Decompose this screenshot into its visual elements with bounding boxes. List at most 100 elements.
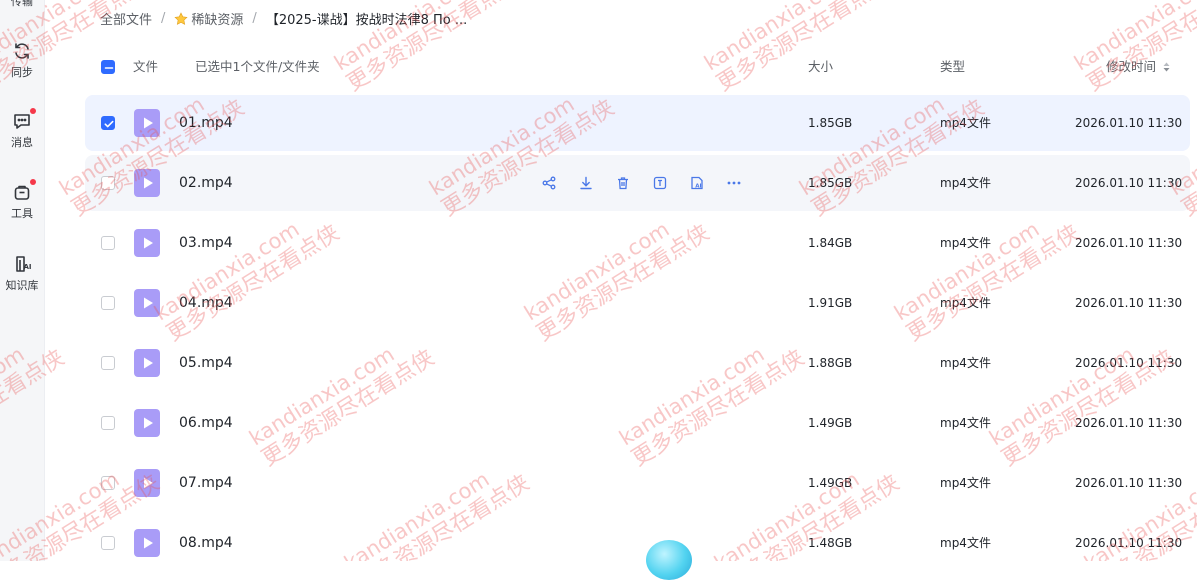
file-name[interactable]: 01.mp4 — [179, 95, 233, 151]
file-type: mp4文件 — [940, 176, 991, 190]
file-modified: 2026.01.10 11:30 — [1075, 476, 1183, 490]
sidebar-item-label: 传输 — [11, 0, 33, 8]
video-file-icon — [134, 529, 160, 557]
file-modified: 2026.01.10 11:30 — [1075, 416, 1183, 430]
file-list-header: 文件 已选中1个文件/文件夹 大小 类型 修改时间 — [85, 52, 1190, 82]
file-modified: 2026.01.10 11:30 — [1075, 356, 1183, 370]
file-name[interactable]: 04.mp4 — [179, 275, 233, 331]
table-row[interactable]: 07.mp4 1.49GB mp4文件 2026.01.10 11:30 — [85, 455, 1190, 511]
badge-dot — [30, 108, 36, 114]
download-icon[interactable] — [578, 175, 594, 191]
table-row[interactable]: 03.mp4 1.84GB mp4文件 2026.01.10 11:30 — [85, 215, 1190, 271]
header-type[interactable]: 类型 — [940, 52, 965, 82]
file-name[interactable]: 06.mp4 — [179, 395, 233, 451]
file-name[interactable]: 02.mp4 — [179, 155, 233, 211]
select-all-checkbox[interactable] — [101, 60, 115, 74]
file-size: 1.88GB — [808, 356, 853, 370]
video-file-icon — [134, 349, 160, 377]
table-row[interactable]: 08.mp4 1.48GB mp4文件 2026.01.10 11:30 — [85, 515, 1190, 571]
file-size: 1.85GB — [808, 116, 853, 130]
file-modified: 2026.01.10 11:30 — [1075, 236, 1183, 250]
left-rail: 传输 同步 消息 工具 AI 知识库 — [0, 0, 45, 561]
breadcrumb-separator: / — [252, 10, 257, 26]
star-icon — [174, 11, 188, 25]
delete-icon[interactable] — [615, 175, 631, 191]
file-size: 1.49GB — [808, 476, 853, 490]
file-name[interactable]: 08.mp4 — [179, 515, 233, 571]
row-checkbox[interactable] — [101, 176, 115, 190]
file-type: mp4文件 — [940, 356, 991, 370]
file-modified: 2026.01.10 11:30 — [1075, 536, 1183, 550]
file-name[interactable]: 05.mp4 — [179, 335, 233, 391]
watermark-line: 更多资源尽在看点侠 — [712, 0, 894, 97]
file-name[interactable]: 07.mp4 — [179, 455, 233, 511]
row-actions: AI — [541, 175, 742, 191]
breadcrumb-separator: / — [161, 10, 166, 26]
breadcrumb-folder-label: 稀缺资源 — [191, 12, 244, 28]
file-size: 1.85GB — [808, 176, 853, 190]
table-row[interactable]: 02.mp4 AI 1.85GB mp4文件 2026.01.10 11:30 — [85, 155, 1190, 211]
watermark-text: kandianxia.com更多资源尽在看点侠 — [700, 0, 894, 97]
header-file-label: 文件 — [133, 59, 159, 74]
table-row[interactable]: 05.mp4 1.88GB mp4文件 2026.01.10 11:30 — [85, 335, 1190, 391]
tools-icon — [12, 179, 36, 202]
video-file-icon — [134, 109, 160, 137]
table-row[interactable]: 04.mp4 1.91GB mp4文件 2026.01.10 11:30 — [85, 275, 1190, 331]
file-size: 1.49GB — [808, 416, 853, 430]
breadcrumb-current: 【2025-谍战】按战时法律8 По ... — [265, 12, 468, 28]
row-checkbox[interactable] — [101, 536, 115, 550]
sidebar-item-knowledge[interactable]: AI 知识库 — [0, 254, 44, 293]
video-file-icon — [134, 229, 160, 257]
text-extract-icon[interactable] — [652, 175, 668, 191]
file-type: mp4文件 — [940, 416, 991, 430]
sidebar-item-sync[interactable]: 同步 — [0, 41, 44, 80]
badge-dot — [30, 179, 36, 185]
file-modified: 2026.01.10 11:30 — [1075, 296, 1183, 310]
breadcrumb: 全部文件 / 稀缺资源 / 【2025-谍战】按战时法律8 По ... — [100, 8, 467, 28]
file-modified: 2026.01.10 11:30 — [1075, 176, 1183, 190]
share-icon[interactable] — [541, 175, 557, 191]
sidebar-item-transfer[interactable]: 传输 — [0, 0, 44, 9]
video-file-icon — [134, 409, 160, 437]
breadcrumb-root[interactable]: 全部文件 — [100, 9, 152, 28]
file-type: mp4文件 — [940, 536, 991, 550]
svg-text:AI: AI — [695, 184, 701, 190]
row-checkbox[interactable] — [101, 356, 115, 370]
breadcrumb-folder[interactable]: 稀缺资源 — [174, 9, 243, 28]
assistant-float-icon[interactable] — [646, 540, 692, 580]
selection-count-text: 已选中1个文件/文件夹 — [195, 59, 320, 74]
more-icon[interactable] — [726, 175, 742, 191]
sync-icon — [12, 41, 32, 61]
sort-icon — [1163, 62, 1170, 72]
sidebar-item-label: 工具 — [11, 207, 33, 220]
table-row[interactable]: 06.mp4 1.49GB mp4文件 2026.01.10 11:30 — [85, 395, 1190, 451]
row-checkbox[interactable] — [101, 236, 115, 250]
video-file-icon — [134, 469, 160, 497]
header-modified[interactable]: 修改时间 — [1106, 52, 1170, 82]
header-size[interactable]: 大小 — [808, 52, 833, 82]
file-size: 1.48GB — [808, 536, 853, 550]
watermark-text: kandianxia.com更多资源尽在看点侠 — [1070, 0, 1197, 97]
file-modified: 2026.01.10 11:30 — [1075, 116, 1183, 130]
video-file-icon — [134, 289, 160, 317]
message-icon — [12, 108, 36, 131]
row-checkbox[interactable] — [101, 416, 115, 430]
svg-text:AI: AI — [24, 263, 32, 271]
file-type: mp4文件 — [940, 236, 991, 250]
row-checkbox[interactable] — [101, 116, 115, 130]
sidebar-item-label: 知识库 — [5, 279, 39, 292]
file-type: mp4文件 — [940, 476, 991, 490]
ai-icon[interactable]: AI — [689, 175, 705, 191]
file-name[interactable]: 03.mp4 — [179, 215, 233, 271]
file-type: mp4文件 — [940, 116, 991, 130]
sidebar-item-tools[interactable]: 工具 — [0, 179, 44, 221]
sidebar-item-messages[interactable]: 消息 — [0, 108, 44, 150]
row-checkbox[interactable] — [101, 296, 115, 310]
file-size: 1.91GB — [808, 296, 853, 310]
file-type: mp4文件 — [940, 296, 991, 310]
row-checkbox[interactable] — [101, 476, 115, 490]
sidebar-item-label: 同步 — [11, 66, 33, 79]
video-file-icon — [134, 169, 160, 197]
table-row[interactable]: 01.mp4 1.85GB mp4文件 2026.01.10 11:30 — [85, 95, 1190, 151]
header-modified-label: 修改时间 — [1106, 59, 1157, 74]
